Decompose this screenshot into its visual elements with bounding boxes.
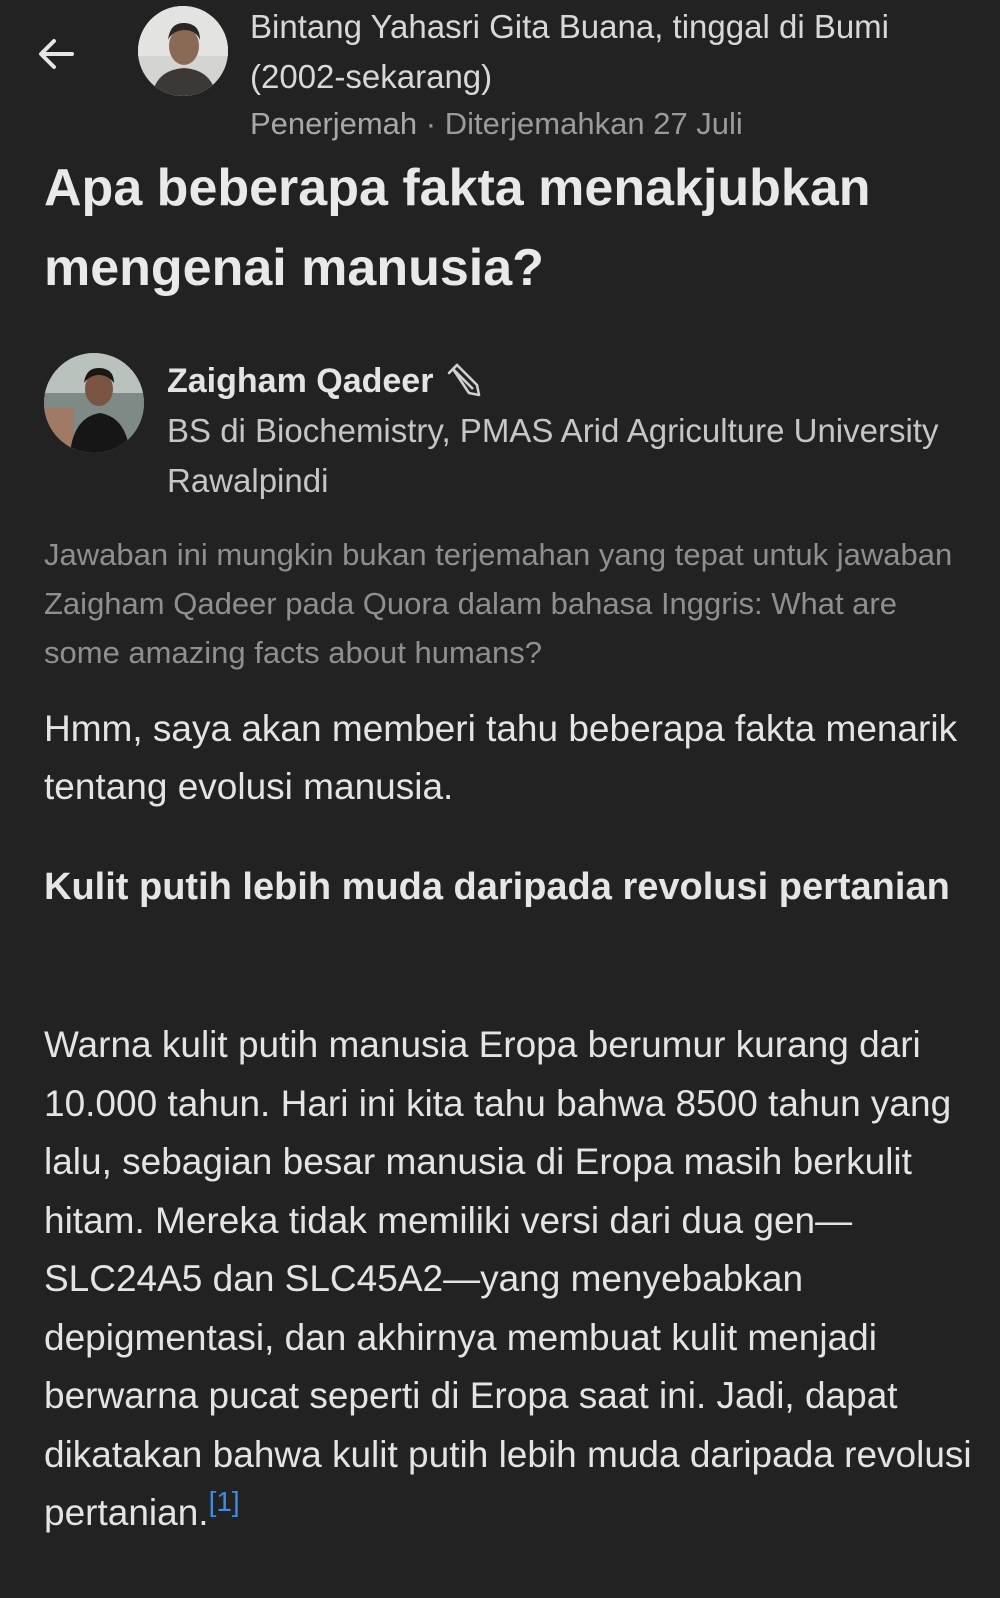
translator-name[interactable]: Bintang Yahasri Gita Buana, tinggal di B… (250, 2, 980, 102)
top-bar: Bintang Yahasri Gita Buana, tinggal di B… (0, 0, 1000, 150)
translator-meta: Penerjemah · Diterjemahkan 27 Juli (250, 102, 980, 146)
translator-avatar[interactable] (138, 6, 228, 96)
author-name[interactable]: Zaigham Qadeer (167, 362, 433, 401)
footnote-link[interactable]: [1] (209, 1486, 240, 1517)
meta-separator: · (417, 106, 445, 141)
pen-icon (445, 361, 485, 401)
translator-photo (138, 6, 228, 96)
back-button[interactable] (26, 24, 86, 84)
paragraph-text: Warna kulit putih manusia Eropa berumur … (44, 1024, 972, 1533)
answer-intro: Hmm, saya akan memberi tahu beberapa fak… (44, 708, 958, 807)
arrow-left-icon (39, 39, 74, 69)
author-photo (44, 353, 144, 453)
author-avatar[interactable] (44, 353, 144, 453)
translated-date: Diterjemahkan 27 Juli (444, 106, 743, 141)
author-name-row: Zaigham Qadeer (167, 356, 967, 406)
translator-info: Bintang Yahasri Gita Buana, tinggal di B… (250, 2, 980, 146)
translation-notice: Jawaban ini mungkin bukan terjemahan yan… (44, 530, 979, 677)
author-credential: BS di Biochemistry, PMAS Arid Agricultur… (167, 412, 939, 499)
section-heading: Kulit putih lebih muda daripada revolusi… (44, 866, 950, 908)
answer-paragraph: Warna kulit putih manusia Eropa berumur … (44, 1016, 989, 1543)
translator-role: Penerjemah (250, 106, 418, 141)
question-title[interactable]: Apa beberapa fakta menakjubkan mengenai … (44, 148, 974, 308)
author-block: Zaigham Qadeer BS di Biochemistry, PMAS … (167, 356, 967, 506)
